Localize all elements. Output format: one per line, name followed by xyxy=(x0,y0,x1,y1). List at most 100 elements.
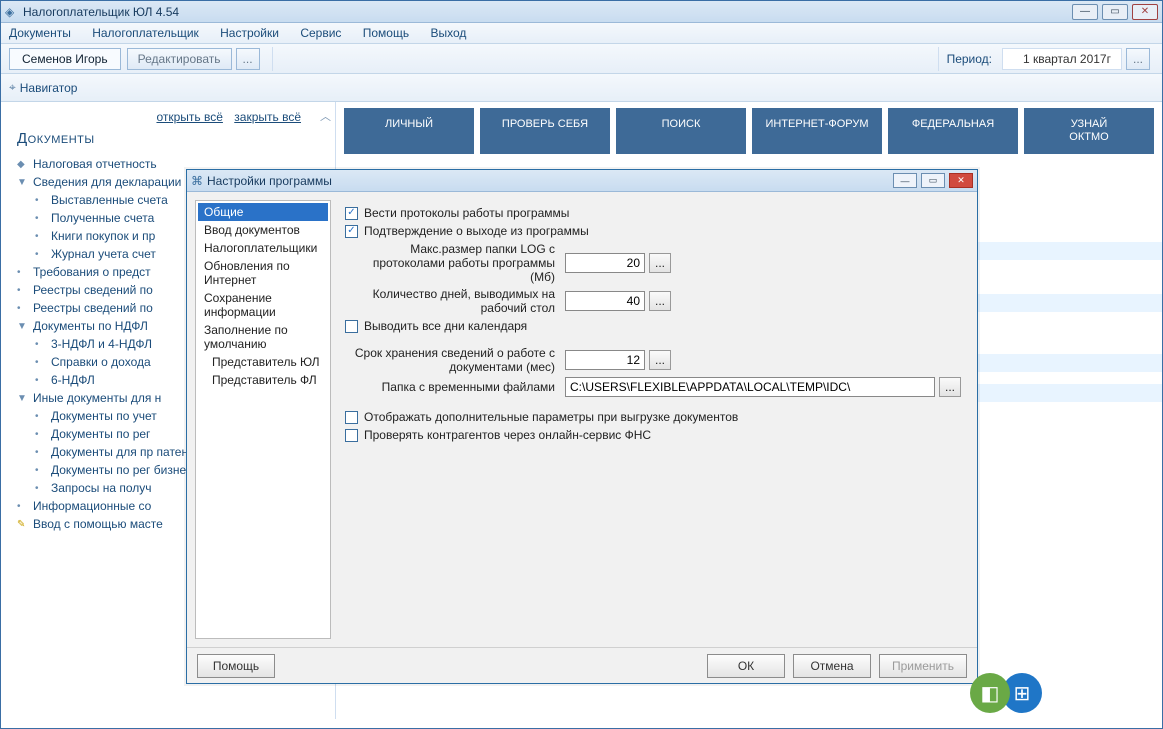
period-label: Период: xyxy=(947,52,992,66)
tree-declaration-info[interactable]: Сведения для декларации xyxy=(33,175,181,189)
menu-taxpayer[interactable]: Налогоплательщик xyxy=(92,26,199,40)
tab-oktmo[interactable]: УЗНАЙОКТМО xyxy=(1024,108,1154,154)
input-days[interactable] xyxy=(565,291,645,311)
help-button[interactable]: Помощь xyxy=(197,654,275,678)
tree-income-cert[interactable]: Справки о дохода xyxy=(51,355,151,369)
bullet-icon: • xyxy=(17,501,29,512)
menu-documents[interactable]: Документы xyxy=(9,26,71,40)
app-icon: ◈ xyxy=(5,5,19,19)
nav-save[interactable]: Сохранение информации xyxy=(198,289,328,321)
tree-requests[interactable]: Запросы на получ xyxy=(51,481,152,495)
label-all-days: Выводить все дни календаря xyxy=(364,319,527,333)
menu-exit[interactable]: Выход xyxy=(430,26,466,40)
dialog-title: Настройки программы xyxy=(207,174,893,188)
tree-accounting-docs[interactable]: Документы по учет xyxy=(51,409,157,423)
checkbox-confirm-exit[interactable]: ✓ xyxy=(345,225,358,238)
nav-input[interactable]: Ввод документов xyxy=(198,221,328,239)
nav-updates[interactable]: Обновления по Интернет xyxy=(198,257,328,289)
close-all-link[interactable]: закрыть всё xyxy=(234,110,301,124)
tree-registers-2[interactable]: Реестры сведений по xyxy=(33,301,153,315)
dialog-close-button[interactable]: ✕ xyxy=(949,173,973,188)
cancel-button[interactable]: Отмена xyxy=(793,654,871,678)
dialog-maximize-button[interactable]: ▭ xyxy=(921,173,945,188)
log-size-more-button[interactable]: ... xyxy=(649,253,671,273)
tab-check-yourself[interactable]: ПРОВЕРЬ СЕБЯ xyxy=(480,108,610,154)
input-log-size[interactable] xyxy=(565,253,645,273)
label-retention: Срок хранения сведений о работе с докуме… xyxy=(345,346,565,374)
input-retention[interactable] xyxy=(565,350,645,370)
tree-wizard-input[interactable]: Ввод с помощью масте xyxy=(33,517,163,531)
bullet-icon: • xyxy=(35,447,47,458)
nav-general[interactable]: Общие xyxy=(198,203,328,221)
bullet-icon: • xyxy=(35,195,47,206)
user-more-button[interactable]: ... xyxy=(236,48,260,70)
tree-reg-docs-1[interactable]: Документы по рег xyxy=(51,427,150,441)
navigator-label[interactable]: Навигатор xyxy=(20,81,78,95)
toolbar: Семенов Игорь Редактировать ... Период: … xyxy=(1,44,1162,74)
tree-other-docs[interactable]: Иные документы для н xyxy=(33,391,161,405)
bullet-icon: • xyxy=(17,267,29,278)
period-more-button[interactable]: ... xyxy=(1126,48,1150,70)
expand-icon[interactable]: ▼ xyxy=(17,177,29,188)
navigator-row: ⌖ Навигатор xyxy=(1,74,1162,102)
retention-more-button[interactable]: ... xyxy=(649,350,671,370)
apply-button[interactable]: Применить xyxy=(879,654,967,678)
dialog-minimize-button[interactable]: — xyxy=(893,173,917,188)
tree-requirements[interactable]: Требования о предст xyxy=(33,265,151,279)
bullet-icon: • xyxy=(35,375,47,386)
tree-purchase-books[interactable]: Книги покупок и пр xyxy=(51,229,155,243)
bullet-icon: • xyxy=(35,213,47,224)
menu-service[interactable]: Сервис xyxy=(300,26,341,40)
bullet-icon: ◆ xyxy=(17,159,29,170)
checkbox-extra-params[interactable] xyxy=(345,411,358,424)
bullet-icon: • xyxy=(35,465,47,476)
checkbox-protocols[interactable]: ✓ xyxy=(345,207,358,220)
maximize-button[interactable]: ▭ xyxy=(1102,4,1128,20)
tree-6-ndfl[interactable]: 6-НДФЛ xyxy=(51,373,95,387)
checkbox-fns-check[interactable] xyxy=(345,429,358,442)
close-button[interactable]: ✕ xyxy=(1132,4,1158,20)
bullet-icon: • xyxy=(35,429,47,440)
tree-business-reg-docs[interactable]: Документы по рег бизнеса xyxy=(51,463,199,477)
tab-personal[interactable]: ЛИЧНЫЙ xyxy=(344,108,474,154)
tree-registers-1[interactable]: Реестры сведений по xyxy=(33,283,153,297)
ok-button[interactable]: ОК xyxy=(707,654,785,678)
wand-icon: ✎ xyxy=(17,519,29,530)
user-chip[interactable]: Семенов Игорь xyxy=(9,48,121,70)
sidebar-title: Документы xyxy=(17,130,325,147)
tree-3-4-ndfl[interactable]: 3-НДФЛ и 4-НДФЛ xyxy=(51,337,152,351)
tree-ndfl-docs[interactable]: Документы по НДФЛ xyxy=(33,319,148,333)
open-all-link[interactable]: открыть всё xyxy=(156,110,222,124)
temp-folder-browse-button[interactable]: ... xyxy=(939,377,961,397)
label-confirm-exit: Подтверждение о выходе из программы xyxy=(364,224,589,238)
nav-rep-fl[interactable]: Представитель ФЛ xyxy=(198,371,328,389)
days-more-button[interactable]: ... xyxy=(649,291,671,311)
tree-issued-invoices[interactable]: Выставленные счета xyxy=(51,193,168,207)
menubar: Документы Налогоплательщик Настройки Сер… xyxy=(1,23,1162,44)
tab-search[interactable]: ПОИСК xyxy=(616,108,746,154)
titlebar: ◈ Налогоплательщик ЮЛ 4.54 — ▭ ✕ xyxy=(1,1,1162,23)
checkbox-all-days[interactable] xyxy=(345,320,358,333)
edit-button[interactable]: Редактировать xyxy=(127,48,232,70)
tree-info-msgs[interactable]: Информационные со xyxy=(33,499,151,513)
menu-help[interactable]: Помощь xyxy=(363,26,409,40)
android-icon[interactable]: ◧ xyxy=(970,673,1010,713)
period-value[interactable]: 1 квартал 2017г xyxy=(1002,48,1122,70)
tree-received-invoices[interactable]: Полученные счета xyxy=(51,211,154,225)
tree-invoice-journal[interactable]: Журнал учета счет xyxy=(51,247,156,261)
menu-settings[interactable]: Настройки xyxy=(220,26,279,40)
nav-payers[interactable]: Налогоплательщики xyxy=(198,239,328,257)
input-temp-folder[interactable] xyxy=(565,377,935,397)
expand-icon[interactable]: ▼ xyxy=(17,321,29,332)
tab-federal[interactable]: ФЕДЕРАЛЬНАЯ xyxy=(888,108,1018,154)
tree-tax-reports[interactable]: Налоговая отчетность xyxy=(33,157,157,171)
bullet-icon: • xyxy=(35,339,47,350)
expand-icon[interactable]: ▼ xyxy=(17,393,29,404)
chevron-up-icon[interactable]: ︿ xyxy=(320,108,331,124)
tab-forum[interactable]: ИНТЕРНЕТ-ФОРУМ xyxy=(752,108,882,154)
minimize-button[interactable]: — xyxy=(1072,4,1098,20)
bullet-icon: • xyxy=(17,303,29,314)
label-extra-params: Отображать дополнительные параметры при … xyxy=(364,410,738,424)
nav-defaults[interactable]: Заполнение по умолчанию xyxy=(198,321,328,353)
nav-rep-ul[interactable]: Представитель ЮЛ xyxy=(198,353,328,371)
